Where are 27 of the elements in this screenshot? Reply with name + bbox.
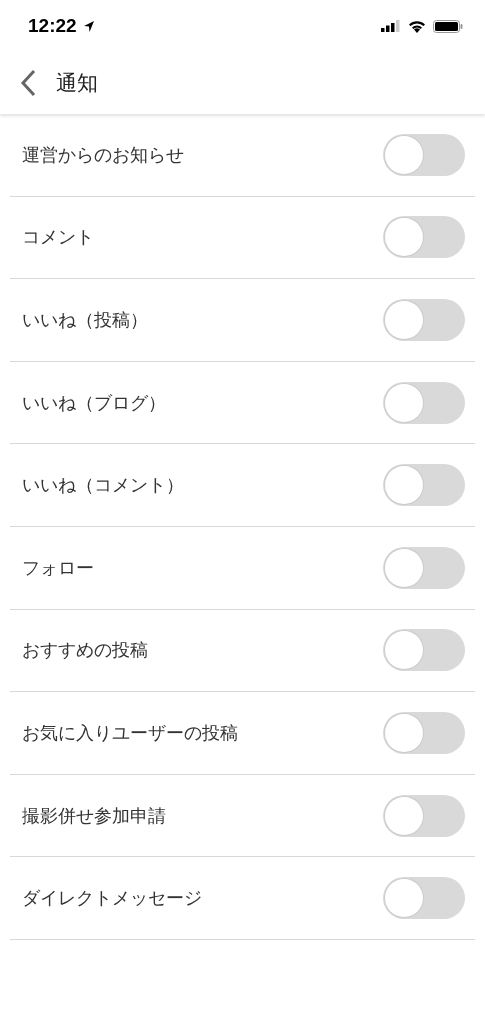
setting-label: いいね（投稿） bbox=[22, 308, 148, 332]
toggle-switch[interactable] bbox=[383, 133, 465, 176]
screen-title: 通知 bbox=[56, 70, 98, 97]
toggle-switch[interactable] bbox=[383, 794, 465, 837]
setting-label: いいね（ブログ） bbox=[22, 390, 166, 415]
setting-label: 撮影併せ参加申請 bbox=[22, 803, 166, 828]
back-button[interactable] bbox=[20, 69, 36, 97]
setting-label: 運営からのお知らせ bbox=[22, 142, 184, 167]
setting-label: フォロー bbox=[22, 555, 94, 580]
battery-icon bbox=[433, 19, 463, 33]
setting-label: コメント bbox=[22, 225, 94, 250]
wifi-icon bbox=[408, 19, 426, 33]
status-time: 12:22 bbox=[28, 15, 77, 37]
toggle-switch[interactable] bbox=[383, 464, 465, 507]
toggle-switch[interactable] bbox=[383, 629, 465, 672]
toggle-switch[interactable] bbox=[383, 546, 465, 589]
setting-label: ダイレクトメッセージ bbox=[22, 886, 202, 911]
toggle-switch[interactable] bbox=[383, 711, 465, 754]
toggle-switch[interactable] bbox=[383, 216, 465, 259]
setting-label: お気に入りユーザーの投稿 bbox=[22, 720, 238, 745]
location-arrow-icon bbox=[82, 19, 95, 33]
toggle-switch[interactable] bbox=[383, 381, 465, 424]
toggle-switch[interactable] bbox=[383, 299, 465, 341]
setting-label: おすすめの投稿 bbox=[22, 638, 148, 663]
setting-label: いいね（コメント） bbox=[22, 473, 184, 498]
toggle-switch[interactable] bbox=[383, 877, 465, 920]
signal-icon bbox=[381, 20, 401, 32]
